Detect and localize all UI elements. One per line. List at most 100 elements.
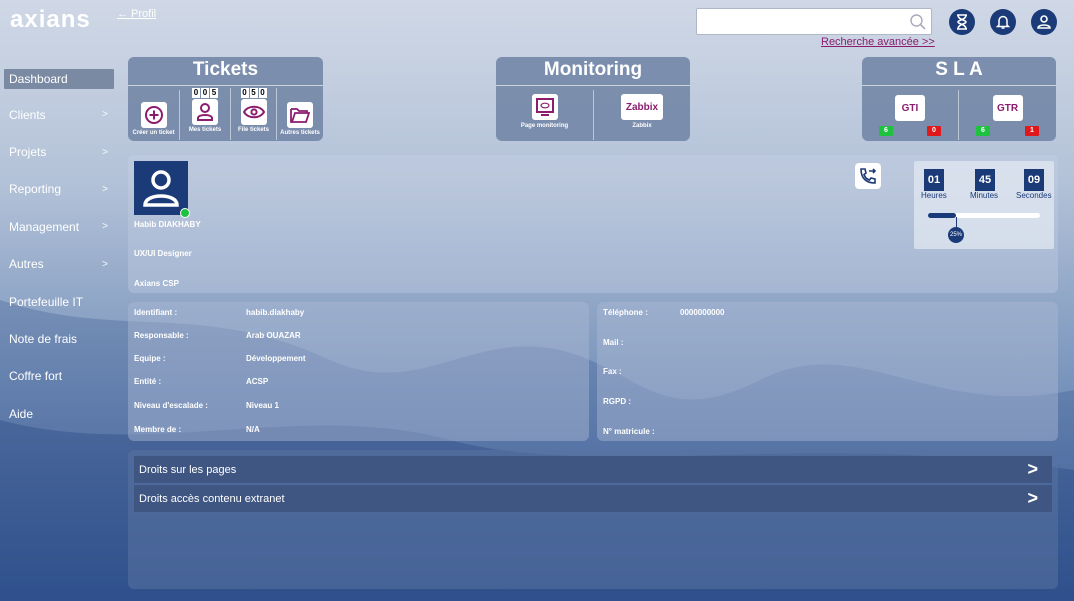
gtr-badge: GTR [992, 95, 1023, 121]
search-input[interactable] [697, 9, 897, 34]
chevron-right-icon[interactable]: > [1027, 459, 1038, 480]
timer-hours-label: Heures [921, 191, 947, 200]
tickets-title: Tickets [192, 59, 259, 80]
timer-seconds: 09 [1024, 169, 1044, 191]
add-circle-icon [140, 102, 167, 128]
chevron-right-icon: > [102, 221, 108, 233]
details-right-panel: Téléphone : 0000000000 Mail : Fax : RGPD… [597, 302, 1058, 441]
bell-icon[interactable] [990, 9, 1016, 35]
other-tickets-button[interactable]: Autres tickets [277, 90, 323, 140]
hourglass-icon[interactable] [949, 9, 975, 35]
monitoring-panel: Monitoring Page monitoring Zabbix Zabbix [496, 57, 690, 141]
profile-role: UX/UI Designer [134, 249, 192, 258]
gtr-ok-count: 6 [976, 126, 990, 136]
sidebar-item-note-de-frais[interactable]: Note de frais [0, 320, 118, 357]
monitoring-title: Monitoring [543, 59, 643, 80]
search-icon[interactable] [909, 13, 927, 36]
rights-pages-row[interactable]: Droits sur les pages > [134, 456, 1052, 483]
zabbix-label: Zabbix [632, 123, 652, 129]
rights-pages-label: Droits sur les pages [139, 463, 237, 476]
timer-seconds-label: Secondes [1016, 191, 1052, 200]
sidebar-item-aide[interactable]: Aide [0, 395, 118, 432]
label-telephone: Téléphone : [603, 308, 648, 317]
profile-name: Habib DIAKHABY [134, 220, 201, 229]
profile-panel: Habib DIAKHABY UX/UI Designer Axians CSP… [128, 155, 1058, 293]
queue-tickets-counter: 050 [240, 88, 267, 98]
label-entite: Entité : [134, 377, 162, 386]
sidebar-item-label: Note de frais [9, 332, 78, 347]
sidebar-item-label: Coffre fort [9, 369, 63, 384]
label-membre-de: Membre de : [134, 425, 182, 434]
user-account-icon[interactable] [1031, 9, 1057, 35]
folder-icon [287, 102, 313, 128]
chevron-right-icon[interactable]: > [1027, 488, 1038, 509]
queue-tickets-label: File tickets [237, 127, 269, 133]
sidebar-item-reporting[interactable]: Reporting > [0, 171, 118, 208]
my-tickets-label: Mes tickets [188, 127, 222, 133]
other-tickets-label: Autres tickets [280, 130, 320, 136]
advanced-search-link[interactable]: Recherche avancée >> [821, 36, 935, 48]
my-tickets-counter: 005 [192, 88, 218, 98]
sidebar-item-label: Reporting [9, 182, 62, 197]
back-to-profil-link[interactable]: ← Profil [117, 8, 156, 20]
sidebar-item-label: Aide [9, 406, 34, 421]
label-rgpd: RGPD : [603, 397, 631, 406]
sidebar-item-clients[interactable]: Clients > [0, 96, 118, 133]
user-avatar-icon [143, 170, 179, 207]
create-ticket-button[interactable]: Créer un ticket [128, 90, 180, 140]
gti-ko-count: 0 [927, 126, 941, 136]
timer-minutes-label: Minutes [970, 191, 999, 200]
chevron-right-icon: > [102, 109, 108, 121]
user-icon [192, 99, 218, 125]
online-status-icon [180, 208, 190, 218]
axians-logo[interactable]: axians [10, 6, 91, 34]
label-fax: Fax : [603, 367, 622, 376]
sidebar-item-portefeuille-it[interactable]: Portefeuille IT [0, 283, 118, 320]
value-equipe: Développement [246, 354, 306, 363]
timer-progress-track [928, 213, 1040, 218]
value-niveau-escalade: Niveau 1 [246, 401, 279, 410]
sidebar-item-management[interactable]: Management > [0, 208, 118, 245]
value-identifiant: habib.diakhaby [246, 308, 305, 317]
page-monitoring-button[interactable]: Page monitoring [496, 90, 594, 140]
chevron-right-icon: > [102, 258, 108, 270]
label-equipe: Equipe : [134, 354, 166, 363]
sidebar-item-label: Autres [9, 257, 44, 272]
gtr-ko-count: 1 [1025, 126, 1039, 136]
sidebar-item-autres[interactable]: Autres > [0, 246, 118, 283]
avatar [134, 161, 190, 218]
tickets-panel: Tickets Créer un ticket 005 Mes tickets … [128, 57, 323, 141]
queue-tickets-button[interactable]: 050 File tickets [231, 88, 277, 140]
phone-transfer-icon[interactable] [855, 163, 881, 189]
sidebar-item-projets[interactable]: Projets > [0, 133, 118, 170]
create-ticket-label: Créer un ticket [132, 130, 175, 136]
sidebar-item-label: Portefeuille IT [9, 294, 84, 309]
my-tickets-button[interactable]: 005 Mes tickets [180, 88, 231, 140]
label-responsable: Responsable : [134, 331, 189, 340]
sla-gti-tile[interactable]: GTI 6 0 [862, 90, 959, 140]
monitor-icon [531, 94, 558, 120]
zabbix-button[interactable]: Zabbix Zabbix [594, 90, 690, 140]
value-membre-de: N/A [246, 425, 260, 434]
sidebar: Dashboard Clients > Projets > Reporting > M… [0, 65, 118, 433]
timer-minutes: 45 [975, 169, 995, 191]
sla-title: S L A [935, 59, 983, 80]
search-box[interactable] [696, 8, 932, 35]
value-responsable: Arab OUAZAR [246, 331, 301, 340]
timer-progress-marker [956, 217, 957, 227]
sla-gtr-tile[interactable]: GTR 6 1 [959, 90, 1056, 140]
details-left-panel: Identifiant : habib.diakhaby Responsable… [128, 302, 589, 441]
sidebar-item-label: Dashboard [9, 72, 68, 86]
timer-progress-label: 25% [948, 227, 964, 243]
rights-extranet-label: Droits accès contenu extranet [139, 492, 285, 505]
label-matricule: N° matricule : [603, 427, 655, 436]
page-monitoring-label: Page monitoring [520, 123, 569, 129]
sidebar-item-label: Clients [9, 107, 46, 122]
eye-icon [240, 99, 267, 125]
sidebar-item-dashboard[interactable]: Dashboard [4, 69, 114, 89]
sidebar-item-coffre-fort[interactable]: Coffre fort [0, 358, 118, 395]
label-mail: Mail : [603, 338, 624, 347]
chevron-right-icon: > [102, 146, 108, 158]
rights-extranet-row[interactable]: Droits accès contenu extranet > [134, 485, 1052, 512]
profile-company: Axians CSP [134, 279, 179, 288]
